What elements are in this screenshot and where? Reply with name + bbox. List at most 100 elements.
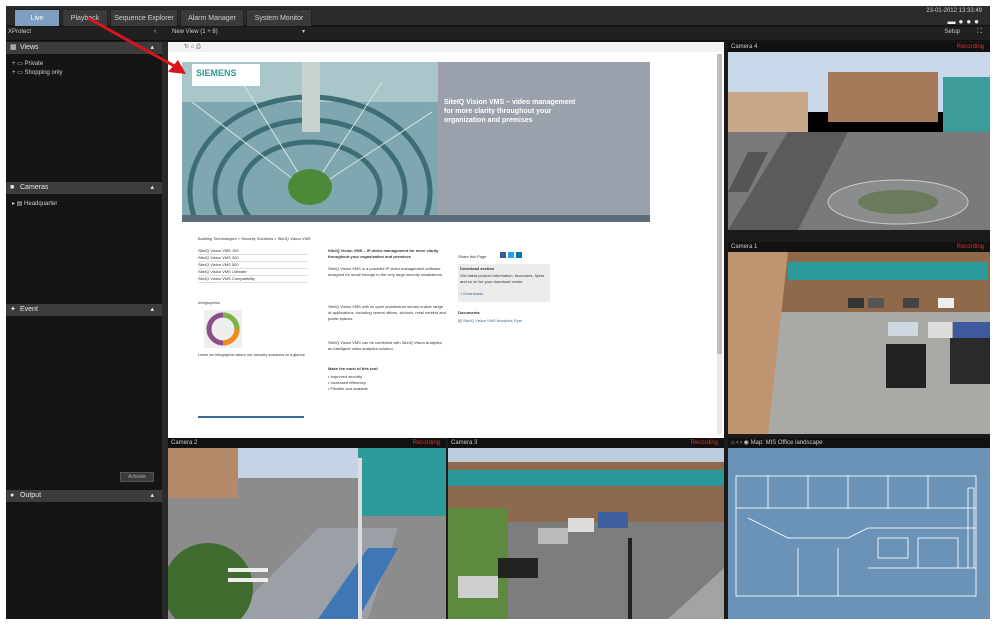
camera-feed (728, 252, 990, 434)
feature-text: Improved security (330, 374, 363, 379)
top-tab-bar: Live Playback Sequence Explorer Alarm Ma… (6, 6, 990, 26)
event-title: Event (20, 306, 38, 313)
map-nav-controls[interactable]: ⌂ ‹ › (731, 440, 742, 446)
cameras-panel-header[interactable]: ■ Cameras ▴ (6, 182, 162, 194)
camera-header: Camera 2 Recording (168, 438, 446, 448)
nav-item[interactable]: SiteIQ Vision VMS Ultimate (198, 269, 308, 276)
views-item-label: Shopping only (24, 70, 63, 76)
clock: 23-01-2012 13:33:49 (926, 8, 982, 14)
download-link[interactable]: » Downloads (460, 291, 483, 297)
camera-name: Camera 2 (171, 440, 198, 446)
app-window: Live Playback Sequence Explorer Alarm Ma… (6, 6, 990, 619)
hero-image: SIEMENS (182, 62, 650, 222)
web-scrollbar[interactable] (717, 54, 722, 434)
output-icon: ● (10, 492, 15, 499)
feature-item: • Flexible and scalable (328, 386, 368, 391)
tab-sequence-explorer[interactable]: Sequence Explorer (110, 9, 178, 26)
camera-tile[interactable]: Camera 1 Recording (728, 242, 990, 434)
body-paragraph: SiteIQ Vision VMS is a powerful IP video… (328, 266, 443, 277)
app-title: XProtect (8, 29, 32, 35)
body-title: SiteIQ Vision VMS – IP-video management … (328, 248, 439, 259)
views-item-shopping[interactable]: + ▭ Shopping only (12, 69, 63, 78)
views-title: Views (20, 44, 39, 51)
chevron-up-icon[interactable]: ▴ (150, 42, 154, 54)
setup-button[interactable]: Setup (944, 29, 960, 35)
download-box: Download section Get latest product info… (458, 264, 550, 302)
close-icon[interactable]: ● (974, 17, 982, 26)
camera-feed (448, 448, 724, 619)
nav-item[interactable]: SiteIQ Vision VMS 500 (198, 262, 308, 269)
folder-icon: ▭ (17, 70, 23, 76)
view-toolbar: XProtect ‹ New View (1 + 8) ▾ Setup ⛶ (6, 27, 990, 41)
scrollbar-thumb[interactable] (717, 54, 722, 354)
system-icons: ▬●●● (947, 17, 982, 26)
map-title: Map: MIS Office landscape (750, 440, 823, 446)
collapse-arrow-icon[interactable]: ‹ (154, 28, 156, 35)
nav-item[interactable]: SiteIQ Vision VMS 300 (198, 255, 308, 262)
web-toolbar: ↻ ⌂ ⎙ (168, 42, 724, 52)
nav-item[interactable]: SiteIQ Vision VMS Compatibility (198, 276, 308, 283)
body-paragraph: SiteIQ Vision VMS with its open architec… (328, 304, 446, 321)
output-panel-header[interactable]: ● Output ▴ (6, 490, 162, 502)
camera-header: Camera 1 Recording (728, 242, 990, 252)
facebook-icon[interactable] (500, 252, 506, 258)
section-divider (198, 416, 304, 418)
recording-indicator: Recording (956, 244, 984, 250)
chevron-down-icon[interactable]: ▾ (302, 28, 305, 35)
print-icon[interactable]: ⎙ (196, 44, 201, 50)
features-label: Make the most of this tool: (328, 366, 379, 371)
views-panel-header[interactable]: ▦ Views ▴ (6, 42, 162, 54)
web-page-view[interactable]: ↻ ⌂ ⎙ SIEMENS SiteIQ Vision VMS – video … (168, 42, 724, 438)
nav-item[interactable]: SiteIQ Vision VMS 100 (198, 248, 308, 255)
tab-live[interactable]: Live (14, 9, 60, 26)
cameras-title: Cameras (20, 184, 49, 191)
documents-label: Documents (458, 310, 480, 315)
floor-plan[interactable] (728, 448, 990, 619)
document-link[interactable]: ▤ SiteIQ Vision VMS Analytics Flyer (458, 318, 523, 324)
chevron-up-icon[interactable]: ▴ (150, 304, 154, 316)
views-item-label: Private (24, 61, 44, 67)
camera-name: Camera 1 (731, 244, 758, 250)
download-link-label: Downloads (463, 291, 484, 296)
home-icon[interactable]: ⌂ (191, 44, 195, 50)
left-nav: SiteIQ Vision VMS 100 SiteIQ Vision VMS … (198, 248, 308, 283)
recording-indicator: Recording (690, 440, 718, 446)
tab-playback[interactable]: Playback (62, 9, 108, 26)
recording-indicator: Recording (412, 440, 440, 446)
map-header: ⌂ ‹ › ◉ Map: MIS Office landscape (728, 438, 990, 448)
activate-button[interactable]: Activate (120, 472, 154, 482)
tab-system-monitor[interactable]: System Monitor (246, 9, 312, 26)
camera-tile[interactable]: Camera 4 Recording (728, 42, 990, 230)
features-list: • Improved security • Increased efficien… (328, 374, 368, 392)
camera-name: Camera 3 (451, 440, 478, 446)
cameras-item-headquarter[interactable]: ▸ ▤ Headquarter (12, 200, 57, 209)
output-title: Output (20, 492, 42, 499)
map-tile[interactable]: ⌂ ‹ › ◉ Map: MIS Office landscape (728, 438, 990, 619)
linkedin-icon[interactable] (516, 252, 522, 258)
event-icon: ✦ (10, 306, 16, 313)
help-icon[interactable]: ● (966, 17, 974, 26)
camera-header: Camera 3 Recording (448, 438, 724, 448)
views-item-private[interactable]: + ▭ Private (12, 60, 63, 69)
twitter-icon[interactable] (508, 252, 514, 258)
document-link-label: SiteIQ Vision VMS Analytics Flyer (462, 318, 523, 323)
tab-alarm-manager[interactable]: Alarm Manager (180, 9, 244, 26)
event-panel-header[interactable]: ✦ Event ▴ (6, 304, 162, 316)
refresh-icon[interactable]: ↻ (184, 44, 189, 50)
minimize-icon[interactable]: ▬ (947, 17, 958, 26)
infographic-image[interactable] (204, 310, 242, 348)
infographic-caption: Learn an infographic about our security … (198, 352, 305, 357)
camera-tile[interactable]: Camera 3 Recording (448, 438, 724, 619)
fullscreen-icon[interactable]: ⛶ (977, 28, 982, 36)
camera-tile[interactable]: Camera 2 Recording (168, 438, 446, 619)
sidebar: ▦ Views ▴ + ▭ Private + ▭ Shopping only … (6, 42, 162, 619)
feature-text: Increased efficiency (330, 380, 366, 385)
download-text: Get latest product information, brochure… (460, 273, 545, 284)
view-selector[interactable]: New View (1 + 8) (172, 29, 218, 35)
chevron-up-icon[interactable]: ▴ (150, 490, 154, 502)
breadcrumb[interactable]: Building Technologies > Security Solutio… (198, 236, 311, 242)
chevron-up-icon[interactable]: ▴ (150, 182, 154, 194)
infographic-label: Infographics (198, 300, 220, 305)
views-icon: ▦ (10, 44, 17, 51)
brand-logo: SIEMENS (196, 68, 237, 78)
